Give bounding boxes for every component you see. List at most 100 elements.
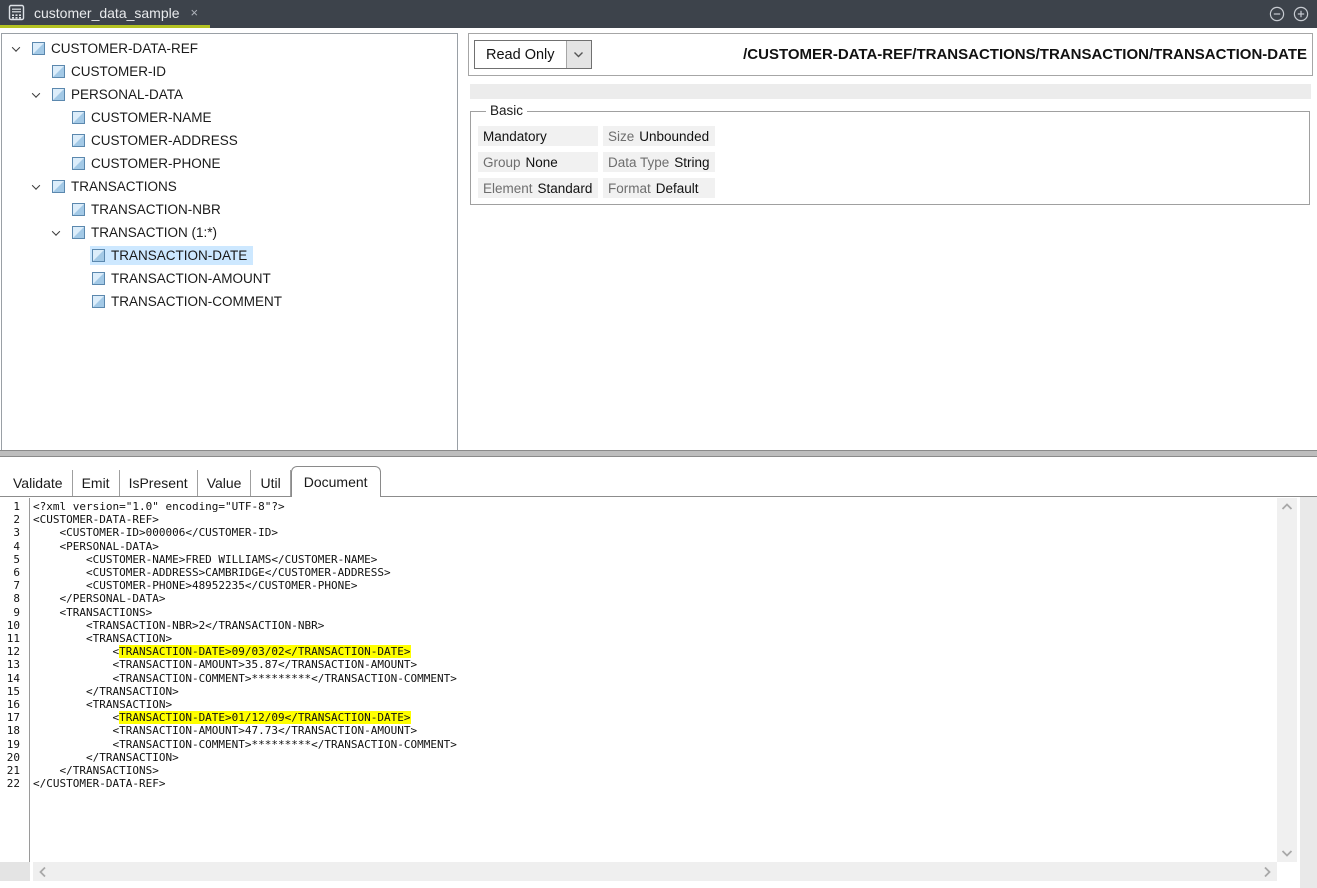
- basic-properties-fields: MandatorySizeUnboundedGroupNoneData Type…: [471, 112, 1309, 198]
- property-label: Element: [483, 181, 533, 196]
- tree-item-content: TRANSACTIONS: [50, 177, 183, 196]
- element-icon: [92, 272, 105, 285]
- chevron-down-icon[interactable]: [52, 227, 60, 235]
- code-line: 7 <CUSTOMER-PHONE>48952235</CUSTOMER-PHO…: [0, 579, 1277, 592]
- chevron-down-icon[interactable]: [32, 181, 40, 189]
- property-value: Standard: [538, 181, 593, 196]
- tree-item-label: CUSTOMER-PHONE: [91, 156, 221, 171]
- line-number: 20: [0, 751, 20, 764]
- bottom-tabstrip: ValidateEmitIsPresentValueUtilDocument: [0, 466, 1317, 497]
- element-icon: [32, 42, 45, 55]
- tree-item-label: CUSTOMER-DATA-REF: [51, 41, 198, 56]
- horizontal-scrollbar[interactable]: [33, 862, 1277, 881]
- line-number: 22: [0, 777, 20, 790]
- mode-select[interactable]: Read Only: [474, 40, 592, 69]
- property-label: Size: [608, 129, 634, 144]
- minimize-pane-icon[interactable]: [1269, 6, 1285, 22]
- code-text: </TRANSACTION>: [33, 751, 179, 764]
- tab-util[interactable]: Util: [251, 470, 290, 496]
- property-value: Mandatory: [483, 129, 547, 144]
- schema-tree[interactable]: CUSTOMER-DATA-REF CUSTOMER-ID PERSONAL-DAT…: [1, 33, 458, 454]
- tree-item-transactions[interactable]: TRANSACTIONS: [2, 175, 457, 198]
- code-line: 16 <TRANSACTION>: [0, 698, 1277, 711]
- code-line: 9 <TRANSACTIONS>: [0, 606, 1277, 619]
- code-line: 12 <TRANSACTION-DATE>09/03/02</TRANSACTI…: [0, 645, 1277, 658]
- maximize-pane-icon[interactable]: [1293, 6, 1309, 22]
- line-number: 16: [0, 698, 20, 711]
- code-line: 3 <CUSTOMER-ID>000006</CUSTOMER-ID>: [0, 526, 1277, 539]
- editor-tab-customer-data-sample[interactable]: customer_data_sample ×: [0, 0, 210, 28]
- scroll-down-icon[interactable]: [1281, 849, 1293, 857]
- right-gutter-strip: [1300, 497, 1317, 888]
- code-line: 20 </TRANSACTION>: [0, 751, 1277, 764]
- line-number: 2: [0, 513, 20, 526]
- property-label: Group: [483, 155, 521, 170]
- tree-item-label: TRANSACTION-NBR: [91, 202, 221, 217]
- tree-item-customer-id[interactable]: CUSTOMER-ID: [2, 60, 457, 83]
- vertical-scrollbar[interactable]: [1277, 498, 1297, 862]
- basic-group-title: Basic: [486, 103, 527, 118]
- line-number: 18: [0, 724, 20, 737]
- tree-item-customer-address[interactable]: CUSTOMER-ADDRESS: [2, 129, 457, 152]
- code-line: 6 <CUSTOMER-ADDRESS>CAMBRIDGE</CUSTOMER-…: [0, 566, 1277, 579]
- tree-item-content: PERSONAL-DATA: [50, 85, 189, 104]
- tree-item-customer-data-ref[interactable]: CUSTOMER-DATA-REF: [2, 37, 457, 60]
- tab-ispresent[interactable]: IsPresent: [120, 470, 198, 496]
- code-text: <CUSTOMER-DATA-REF>: [33, 513, 159, 526]
- properties-header: Read Only /CUSTOMER-DATA-REF/TRANSACTION…: [468, 33, 1313, 76]
- xml-document-view[interactable]: 1<?xml version="1.0" encoding="UTF-8"?>2…: [0, 498, 1277, 862]
- tree-item-transaction-nbr[interactable]: TRANSACTION-NBR: [2, 198, 457, 221]
- tree-item-content: CUSTOMER-DATA-REF: [30, 39, 204, 58]
- code-text: <TRANSACTION-COMMENT>*********</TRANSACT…: [33, 738, 457, 751]
- tree-item-transaction-amount[interactable]: TRANSACTION-AMOUNT: [2, 267, 457, 290]
- tree-item-label: PERSONAL-DATA: [71, 87, 183, 102]
- tab-value[interactable]: Value: [198, 470, 252, 496]
- tab-validate[interactable]: Validate: [4, 470, 73, 496]
- scroll-left-icon[interactable]: [39, 866, 47, 878]
- scroll-right-icon[interactable]: [1263, 866, 1271, 878]
- tree-item-transaction-comment[interactable]: TRANSACTION-COMMENT: [2, 290, 457, 313]
- tree-item-label: CUSTOMER-ADDRESS: [91, 133, 238, 148]
- property-data-type: Data TypeString: [603, 152, 715, 172]
- tree-item-label: CUSTOMER-ID: [71, 64, 166, 79]
- tree-item-customer-phone[interactable]: CUSTOMER-PHONE: [2, 152, 457, 175]
- element-icon: [72, 134, 85, 147]
- chevron-down-icon[interactable]: [32, 89, 40, 97]
- tree-item-transaction-date[interactable]: TRANSACTION-DATE: [2, 244, 457, 267]
- code-text: <TRANSACTION-DATE>09/03/02</TRANSACTION-…: [33, 645, 411, 658]
- tree-item-label: TRANSACTION-AMOUNT: [111, 271, 271, 286]
- tree-item-personal-data[interactable]: PERSONAL-DATA: [2, 83, 457, 106]
- property-value: None: [526, 155, 558, 170]
- tree-item-label: TRANSACTION (1:*): [91, 225, 217, 240]
- close-tab-icon[interactable]: ×: [191, 6, 199, 19]
- highlighted-code: TRANSACTION-DATE>01/12/09</TRANSACTION-D…: [119, 711, 410, 724]
- tree-item-label: TRANSACTION-DATE: [111, 248, 247, 263]
- code-line: 11 <TRANSACTION>: [0, 632, 1277, 645]
- tree-item-transaction-1[interactable]: TRANSACTION (1:*): [2, 221, 457, 244]
- basic-properties-group: Basic MandatorySizeUnboundedGroupNoneDat…: [470, 111, 1310, 205]
- code-line: 17 <TRANSACTION-DATE>01/12/09</TRANSACTI…: [0, 711, 1277, 724]
- tab-document[interactable]: Document: [291, 466, 381, 497]
- tree-item-content: CUSTOMER-ADDRESS: [70, 131, 244, 150]
- line-number: 14: [0, 672, 20, 685]
- code-text: <CUSTOMER-ADDRESS>CAMBRIDGE</CUSTOMER-AD…: [33, 566, 391, 579]
- line-number: 3: [0, 526, 20, 539]
- code-line: 5 <CUSTOMER-NAME>FRED WILLIAMS</CUSTOMER…: [0, 553, 1277, 566]
- chevron-down-icon[interactable]: [12, 43, 20, 51]
- scroll-up-icon[interactable]: [1281, 503, 1293, 511]
- code-text: </PERSONAL-DATA>: [33, 592, 165, 605]
- line-number: 12: [0, 645, 20, 658]
- tab-emit[interactable]: Emit: [73, 470, 120, 496]
- tree-item-customer-name[interactable]: CUSTOMER-NAME: [2, 106, 457, 129]
- code-line: 1<?xml version="1.0" encoding="UTF-8"?>: [0, 500, 1277, 513]
- code-text: <CUSTOMER-NAME>FRED WILLIAMS</CUSTOMER-N…: [33, 553, 377, 566]
- line-number: 11: [0, 632, 20, 645]
- mode-select-value: Read Only: [475, 41, 566, 68]
- horizontal-splitter[interactable]: [0, 450, 1317, 457]
- mode-select-dropdown-button[interactable]: [566, 41, 591, 68]
- tree-item-content: TRANSACTION-AMOUNT: [90, 269, 277, 288]
- property-label: Format: [608, 181, 651, 196]
- code-line: 14 <TRANSACTION-COMMENT>*********</TRANS…: [0, 672, 1277, 685]
- code-line: 2 <CUSTOMER-DATA-REF>: [0, 513, 1277, 526]
- tree-item-content: TRANSACTION-COMMENT: [90, 292, 288, 311]
